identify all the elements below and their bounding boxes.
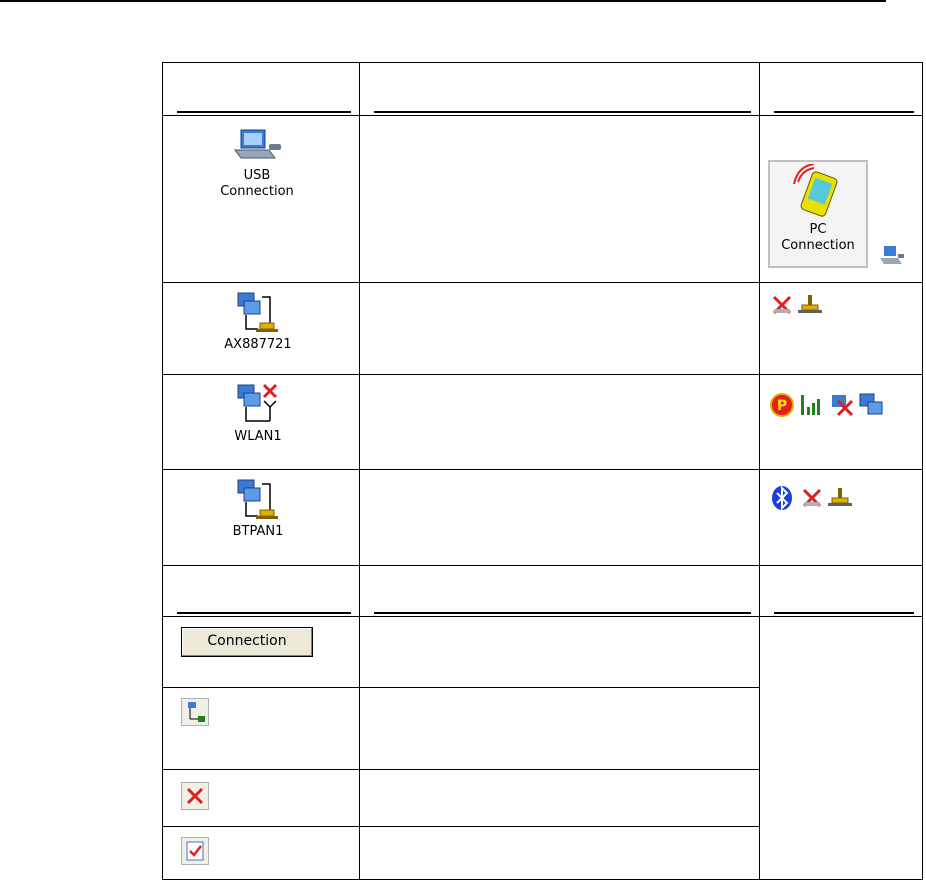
network-connected-icon [859, 393, 883, 415]
usb-status-cell: PC Connection [759, 114, 923, 284]
btpan-adapter-cell: BTPAN1 [162, 469, 360, 567]
table-row-ax887721: AX887721 [162, 282, 923, 375]
btpan-description-cell [359, 469, 760, 567]
signal-strength-icon [801, 394, 820, 415]
checklist-icon [186, 841, 204, 861]
table-row-wlan1: WLAN1 P [162, 373, 923, 471]
network-disconnected-icon [832, 394, 854, 416]
laptop-tray-icon [880, 245, 904, 264]
header-cell-description [359, 62, 760, 116]
ax-description-cell [359, 282, 760, 375]
header-cell-status [759, 62, 923, 116]
laptop-connection-icon [234, 129, 281, 159]
lan-adapter-icon [237, 292, 278, 333]
header2-cell-icon [162, 565, 360, 618]
wlan-adapter-cell: WLAN1 [162, 373, 360, 471]
usb-description-cell [359, 114, 760, 284]
lan-connected-icon [798, 295, 822, 314]
disconnected-lan-icon [802, 489, 822, 508]
lan-connected-icon [828, 488, 852, 507]
header2-cell-status [759, 565, 923, 618]
header-cell-icon [162, 62, 360, 116]
wlan-status-cell: P [759, 373, 923, 471]
network-properties-icon [188, 702, 205, 723]
properties-description-cell [359, 687, 760, 770]
apply-button[interactable] [181, 836, 209, 865]
red-x-icon [186, 787, 204, 804]
wlan-description-cell [359, 373, 760, 471]
delete-button[interactable] [181, 781, 209, 810]
usb-connection-item[interactable]: USB Connection [215, 128, 299, 200]
connection-button-description-cell [359, 616, 760, 689]
table-header-row [162, 62, 923, 116]
btpan1-adapter-item[interactable]: BTPAN1 [203, 478, 313, 540]
table-row-usb: USB Connection PC Connection [162, 114, 923, 284]
table-header-row-2 [162, 565, 923, 618]
ax887721-adapter-item[interactable]: AX887721 [203, 291, 313, 353]
btpan-status-cell [759, 469, 923, 567]
delete-icon-cell [162, 768, 360, 827]
check-icon-cell [162, 825, 360, 881]
pc-connection-label: PC Connection [781, 221, 855, 253]
btpan1-label: BTPAN1 [232, 524, 284, 540]
wlan-adapter-icon [237, 383, 278, 422]
network-icon-table: USB Connection PC Connection AX887721 WL… [162, 62, 923, 881]
connection-button-cell: Connection [162, 616, 360, 689]
wlan1-adapter-item[interactable]: WLAN1 [203, 383, 313, 445]
network-properties-button[interactable] [181, 698, 209, 727]
toolbar-notes-cell [759, 616, 923, 880]
ax887721-label: AX887721 [224, 337, 292, 353]
bluetooth-pan-adapter-icon [237, 479, 278, 520]
table-row-btpan1: BTPAN1 [162, 469, 923, 567]
connection-button[interactable]: Connection [181, 627, 313, 658]
disconnected-lan-icon [772, 295, 792, 315]
bluetooth-icon [772, 486, 792, 511]
table-row-connection-button: Connection [162, 616, 923, 880]
power-save-icon: P [770, 392, 794, 417]
ax-status-cell [759, 282, 923, 375]
check-description-cell [359, 825, 760, 881]
header-rule [0, 0, 886, 2]
ax-adapter-cell: AX887721 [162, 282, 360, 375]
pc-connection-tile[interactable]: PC Connection [768, 159, 868, 268]
delete-description-cell [359, 768, 760, 827]
pda-sync-icon [793, 163, 838, 217]
wlan1-label: WLAN1 [234, 428, 282, 444]
header2-cell-description [359, 565, 760, 618]
properties-icon-cell [162, 687, 360, 770]
usb-connection-cell: USB Connection [162, 114, 360, 284]
svg-text:P: P [777, 398, 787, 414]
usb-connection-label: USB Connection [220, 167, 294, 199]
